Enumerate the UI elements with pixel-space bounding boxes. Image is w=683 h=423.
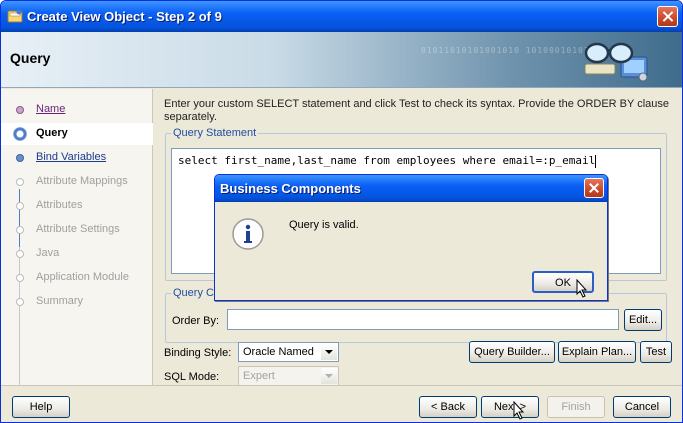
wizard-steps-sidebar: Name Query Bind Variables Attribute Mapp… (1, 89, 153, 389)
step-name[interactable]: Name (1, 99, 153, 121)
info-icon (232, 218, 264, 250)
step-attributes: Attributes (1, 195, 153, 217)
binding-style-value: Oracle Named (243, 346, 314, 358)
step-available-icon (16, 154, 24, 162)
query-clauses-legend: Query C (171, 287, 216, 299)
mouse-cursor-icon (513, 401, 525, 420)
explain-plan-button[interactable]: Explain Plan... (558, 341, 636, 363)
step-pending-icon (16, 178, 24, 186)
query-statement-legend: Query Statement (171, 127, 259, 139)
step-application-module: Application Module (1, 267, 153, 289)
step-label: Summary (36, 295, 84, 307)
next-button[interactable]: Next > (481, 396, 539, 418)
step-attribute-mappings: Attribute Mappings (1, 171, 153, 193)
finish-button: Finish (547, 396, 605, 418)
dialog-close-button[interactable] (584, 178, 604, 198)
step-java: Java (1, 243, 153, 265)
help-button[interactable]: Help (12, 396, 70, 418)
wizard-footer: Help < Back Next > Finish Cancel (1, 385, 682, 422)
binding-style-select[interactable]: Oracle Named (238, 342, 339, 362)
order-by-input[interactable] (227, 309, 619, 330)
step-pending-icon (16, 250, 24, 258)
header-decoration: 01011010101001010 10100010101 (421, 46, 590, 55)
business-components-dialog: Business Components Query is valid. OK (214, 174, 608, 301)
text-caret (595, 154, 597, 168)
step-pending-icon (16, 274, 24, 282)
window-close-button[interactable] (657, 6, 678, 27)
order-by-label: Order By: (172, 315, 220, 327)
page-title: Query (10, 50, 51, 66)
step-label: Attribute Mappings (36, 175, 128, 187)
step-current-icon (13, 127, 27, 141)
step-label: Bind Variables (36, 151, 107, 163)
window-title: Create View Object - Step 2 of 9 (27, 9, 222, 24)
window-titlebar[interactable]: Create View Object - Step 2 of 9 (1, 1, 682, 32)
step-label: Attribute Settings (36, 223, 120, 235)
chevron-down-icon[interactable] (321, 344, 337, 360)
back-button[interactable]: < Back (419, 396, 477, 418)
step-summary: Summary (1, 291, 153, 313)
step-visited-icon (16, 106, 24, 114)
wizard-app-icon (7, 9, 23, 23)
instructions-text: Enter your custom SELECT statement and c… (164, 98, 669, 123)
sql-text: select first_name,last_name from employe… (178, 154, 597, 168)
step-pending-icon (16, 202, 24, 210)
wizard-header: Query 01011010101001010 10100010101 (1, 32, 682, 88)
binding-style-label: Binding Style: (164, 347, 232, 359)
step-pending-icon (16, 298, 24, 306)
edit-order-by-button[interactable]: Edit... (624, 309, 662, 331)
step-query[interactable]: Query (1, 123, 153, 145)
sql-mode-select: Expert (238, 366, 339, 386)
sql-mode-value: Expert (243, 370, 275, 382)
dialog-titlebar[interactable]: Business Components (215, 175, 607, 202)
step-label: Java (36, 247, 60, 259)
step-pending-icon (16, 226, 24, 234)
mouse-cursor-icon (576, 279, 588, 298)
step-label: Query (36, 127, 68, 139)
glasses-wizard-icon (584, 42, 648, 82)
sql-mode-label: SQL Mode: (164, 371, 220, 383)
cancel-button[interactable]: Cancel (613, 396, 671, 418)
chevron-down-icon (321, 368, 337, 384)
step-label: Application Module (36, 271, 129, 283)
step-bind-variables[interactable]: Bind Variables (1, 147, 153, 169)
step-label: Name (36, 103, 66, 115)
step-label: Attributes (36, 199, 83, 211)
dialog-message: Query is valid. (289, 219, 359, 231)
dialog-title: Business Components (220, 181, 361, 196)
query-builder-button[interactable]: Query Builder... (469, 341, 555, 363)
test-button[interactable]: Test (640, 341, 672, 363)
step-attribute-settings: Attribute Settings (1, 219, 153, 241)
